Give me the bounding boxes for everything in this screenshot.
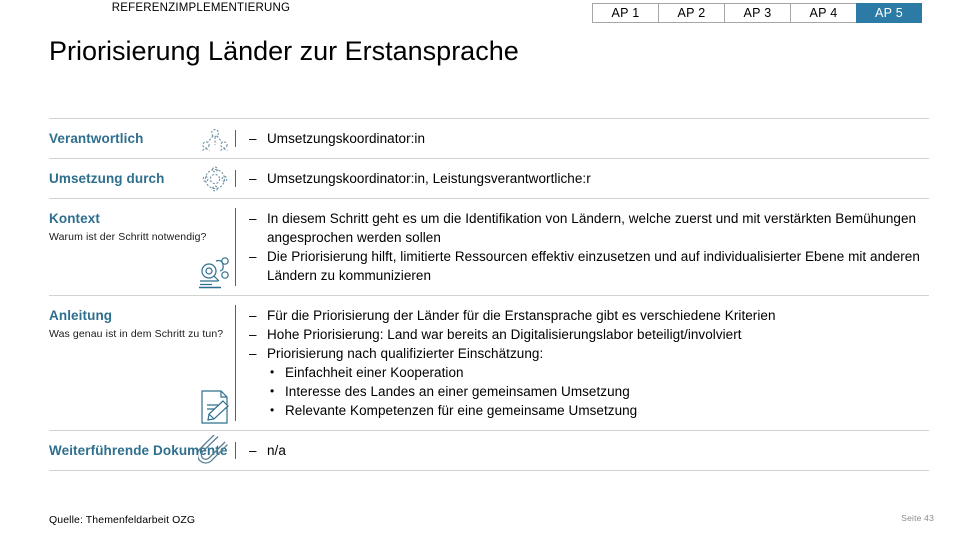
table-row: Weiterführende Dokumente n/a [49, 430, 929, 471]
detail-table: Verantwortlich Umsetzungskoordinator:in [49, 118, 929, 471]
bullet-item: Für die Priorisierung der Länder für die… [249, 306, 929, 325]
team-circle-icon [195, 160, 235, 198]
row-label-cell: Weiterführende Dokumente [49, 431, 235, 470]
page-title: Priorisierung Länder zur Erstansprache [49, 36, 519, 66]
row-label-cell: Umsetzung durch [49, 159, 235, 198]
bullet-item: Umsetzungskoordinator:in, Leistungsveran… [249, 169, 929, 188]
ap-tabstrip: AP 1 AP 2 AP 3 AP 4 AP 5 [592, 3, 922, 23]
row-label: Kontext [49, 211, 100, 226]
document-pencil-icon [195, 388, 235, 426]
sub-bullet-item: Einfachheit einer Kooperation [249, 363, 929, 382]
table-row: Anleitung Was genau ist in dem Schritt z… [49, 295, 929, 430]
row-content-cell: Für die Priorisierung der Länder für die… [236, 296, 929, 430]
bullet-item: Umsetzungskoordinator:in [249, 129, 929, 148]
bullet-item: n/a [249, 441, 929, 460]
row-content-cell: n/a [236, 431, 929, 470]
source-note: Quelle: Themenfeldarbeit OZG [49, 514, 196, 526]
page-number: Seite 43 [901, 513, 934, 523]
row-content-cell: Umsetzungskoordinator:in, Leistungsveran… [236, 159, 929, 198]
row-label: Anleitung [49, 308, 113, 323]
bullet-item: In diesem Schritt geht es um die Identif… [249, 209, 929, 247]
paperclip-icon [195, 432, 235, 470]
tab-ap-1[interactable]: AP 1 [592, 3, 658, 23]
tab-ap-4[interactable]: AP 4 [790, 3, 856, 23]
bullet-item: Hohe Priorisierung: Land war bereits an … [249, 325, 929, 344]
row-sublabel: Warum ist der Schritt notwendig? [49, 231, 207, 243]
tab-ap-5[interactable]: AP 5 [856, 3, 922, 23]
tab-ap-3[interactable]: AP 3 [724, 3, 790, 23]
bullet-item: Die Priorisierung hilft, limitierte Ress… [249, 247, 929, 285]
magnifier-document-icon [195, 253, 235, 291]
row-content-cell: Umsetzungskoordinator:in [236, 119, 929, 158]
table-row: Verantwortlich Umsetzungskoordinator:in [49, 118, 929, 158]
eyebrow-label: REFERENZIMPLEMENTIERUNG [111, 2, 291, 14]
sub-bullet-item: Relevante Kompetenzen für eine gemeinsam… [249, 401, 929, 420]
row-label-cell: Verantwortlich [49, 119, 235, 158]
row-label-cell: Kontext Warum ist der Schritt notwendig? [49, 199, 235, 295]
people-network-icon [195, 120, 235, 158]
bullet-item: Priorisierung nach qualifizierter Einsch… [249, 344, 929, 363]
row-sublabel: Was genau ist in dem Schritt zu tun? [49, 328, 224, 340]
table-row: Kontext Warum ist der Schritt notwendig? [49, 198, 929, 295]
tab-ap-2[interactable]: AP 2 [658, 3, 724, 23]
row-content-cell: In diesem Schritt geht es um die Identif… [236, 199, 929, 295]
sub-bullet-item: Interesse des Landes an einer gemeinsame… [249, 382, 929, 401]
row-label-cell: Anleitung Was genau ist in dem Schritt z… [49, 296, 235, 430]
table-row: Umsetzung durch Umsetzungskoordinator:in… [49, 158, 929, 198]
